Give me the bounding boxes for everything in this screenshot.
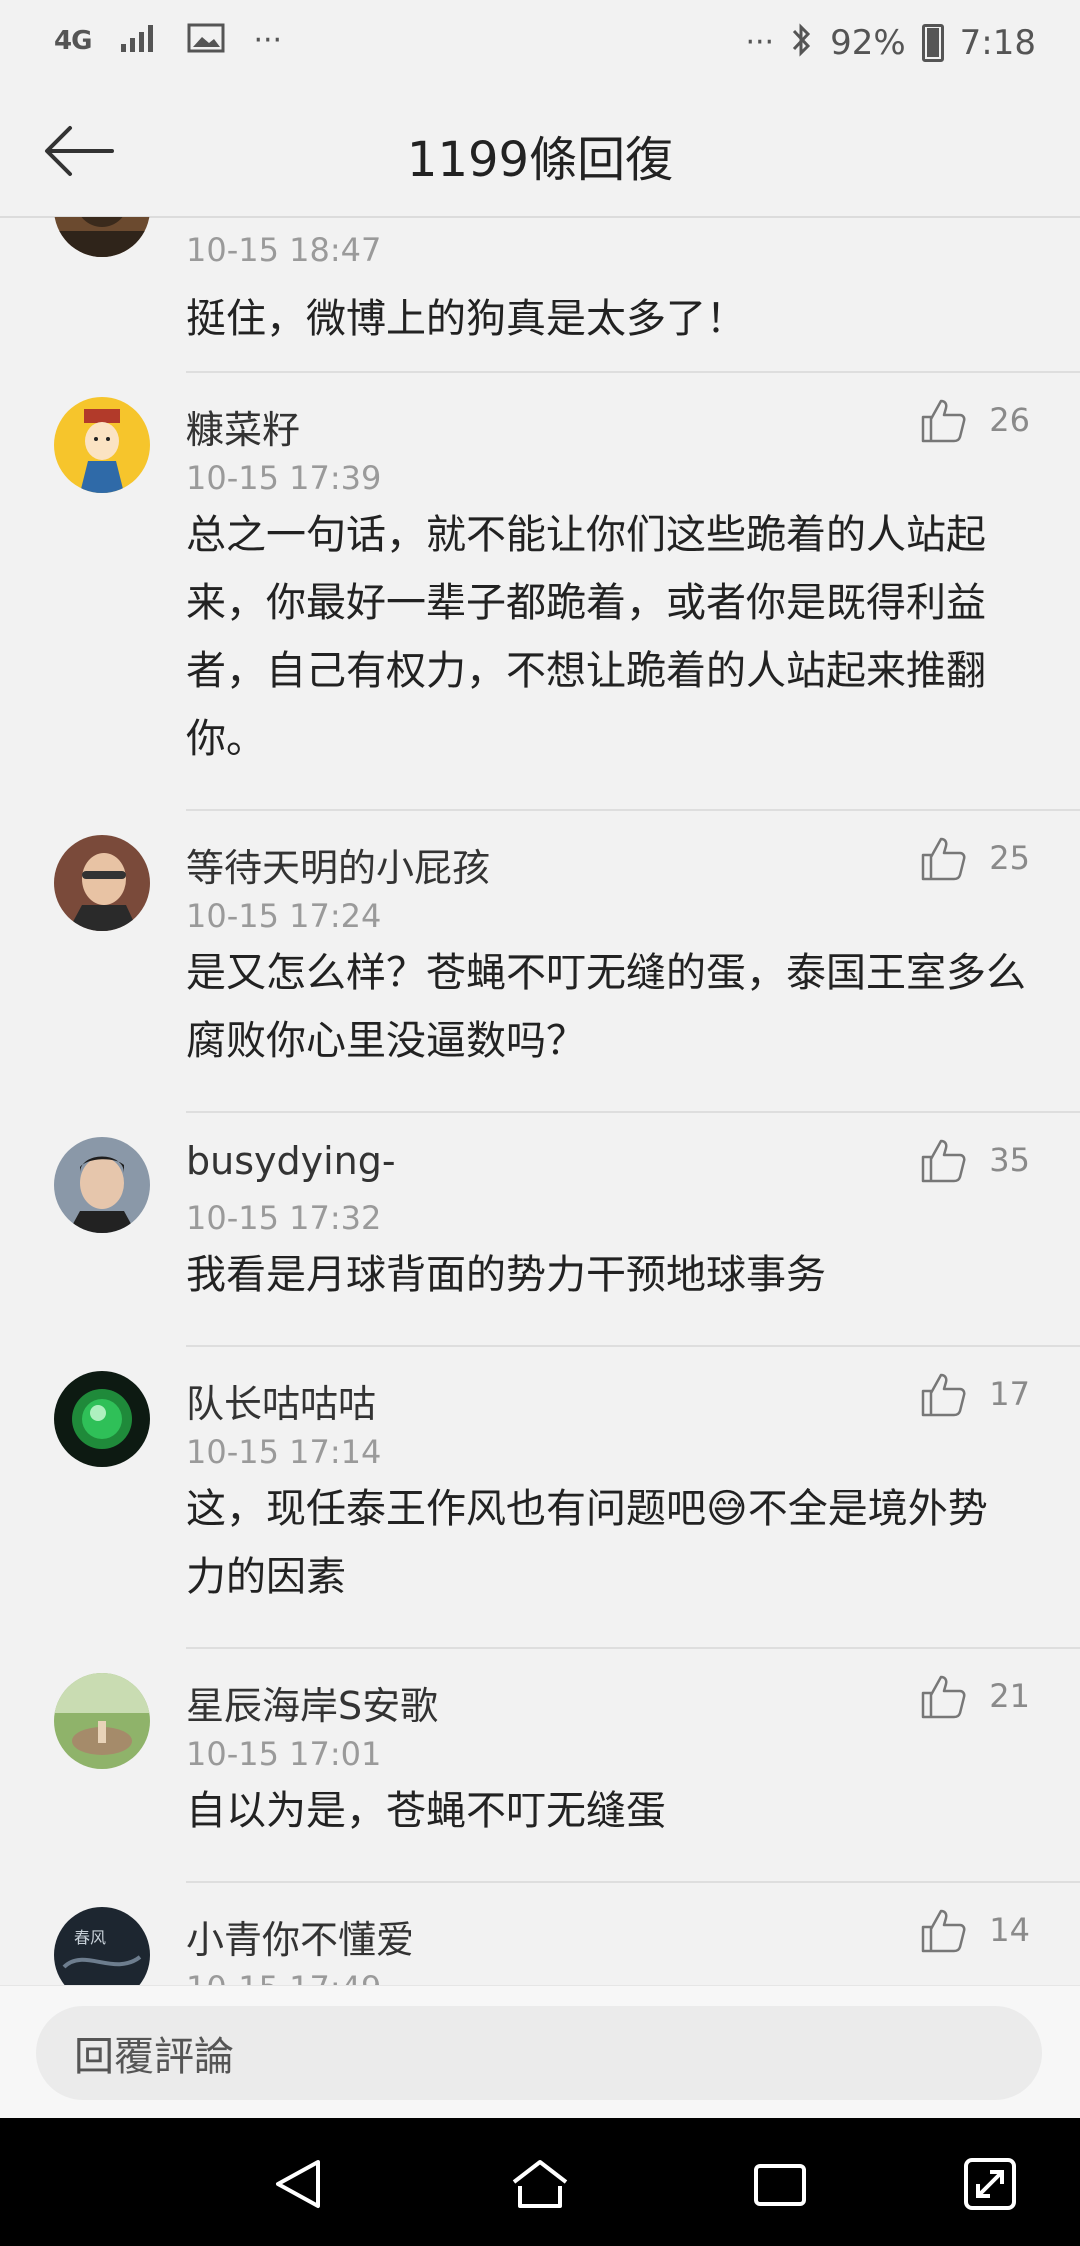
like-button[interactable]: 26 <box>919 397 1030 443</box>
image-icon <box>187 22 225 60</box>
thumbs-up-icon <box>922 1373 966 1417</box>
comment-time: 10-15 17:01 <box>186 1735 382 1773</box>
thumbs-up-icon <box>922 399 966 443</box>
avatar[interactable] <box>54 217 150 257</box>
comment-text: 是又怎么样？苍蝇不叮无缝的蛋，泰国王室多么腐败你心里没逼数吗？ <box>186 950 1026 1064</box>
more-status-icon: ··· <box>253 23 283 58</box>
thumbs-up-icon <box>922 1675 966 1719</box>
comment-username[interactable]: 星辰海岸S安歌 <box>186 1675 438 1730</box>
back-triangle-icon <box>276 2160 320 2208</box>
more-indicators-icon: ··· <box>745 25 775 60</box>
reply-input[interactable]: 回覆評論 <box>36 2006 1042 2100</box>
expand-icon <box>964 2158 1016 2210</box>
nav-back-button[interactable] <box>270 2154 330 2214</box>
like-count: 25 <box>989 839 1030 877</box>
comment-item[interactable]: busydying- 10-15 17:32 我看是月球背面的势力干预地球事务 … <box>0 1113 1080 1347</box>
like-button[interactable]: 14 <box>919 1907 1030 1953</box>
avatar[interactable] <box>54 1371 150 1467</box>
comment-list[interactable]: 10-15 18:47 挺住，微博上的狗真是太多了！ 糠菜籽 10-15 17:… <box>0 217 1080 1985</box>
comment-username[interactable]: 糠菜籽 <box>186 399 300 454</box>
avatar[interactable] <box>54 397 150 493</box>
comment-time: 10-15 17:39 <box>186 459 382 497</box>
nav-expand-button[interactable] <box>960 2154 1020 2214</box>
comment-time: 10-15 17:32 <box>186 1199 382 1237</box>
recents-icon <box>754 2164 806 2206</box>
system-nav-bar <box>0 2118 1080 2246</box>
like-count: 14 <box>989 1911 1030 1949</box>
battery-percent: 92% <box>830 23 906 63</box>
like-button[interactable]: 25 <box>919 835 1030 881</box>
comment-text: 我看是月球背面的势力干预地球事务 <box>186 1252 826 1298</box>
avatar[interactable] <box>54 1137 150 1233</box>
comment-time: 10-15 17:49 <box>186 1969 381 1985</box>
home-icon <box>512 2160 568 2208</box>
comment-time: 10-15 17:14 <box>186 1433 382 1471</box>
nav-home-button[interactable] <box>510 2154 570 2214</box>
comment-text: 自以为是，苍蝇不叮无缝蛋 <box>186 1788 666 1834</box>
comment-text: 挺住，微博上的狗真是太多了！ <box>186 296 746 342</box>
thumbs-up-icon <box>922 837 966 881</box>
like-button[interactable]: 21 <box>919 1673 1030 1719</box>
comment-item[interactable]: 队长咕咕咕 10-15 17:14 这，现任泰王作风也有问题吧😅不全是境外势力的… <box>0 1347 1080 1649</box>
comment-username[interactable]: busydying- <box>186 1139 396 1183</box>
comment-username[interactable]: 等待天明的小屁孩 <box>186 837 490 892</box>
avatar[interactable] <box>54 835 150 931</box>
like-button[interactable]: 35 <box>919 1137 1030 1183</box>
like-count: 26 <box>989 401 1030 439</box>
comment-item[interactable]: 等待天明的小屁孩 10-15 17:24 是又怎么样？苍蝇不叮无缝的蛋，泰国王室… <box>0 811 1080 1113</box>
status-right: ··· 92% 7:18 <box>745 22 1036 64</box>
comment-item[interactable]: 10-15 18:47 挺住，微博上的狗真是太多了！ <box>0 217 1080 373</box>
comment-username[interactable]: 小青你不懂爱 <box>186 1909 414 1964</box>
comment-time: 10-15 18:47 <box>186 231 382 269</box>
reply-bar: 回覆評論 <box>0 1985 1080 2119</box>
thumbs-up-icon <box>922 1139 966 1183</box>
like-count: 21 <box>989 1677 1030 1715</box>
avatar[interactable] <box>54 1673 150 1769</box>
signal-icon <box>119 22 159 60</box>
clock: 7:18 <box>959 23 1036 63</box>
battery-icon <box>921 24 944 62</box>
comment-item[interactable]: 糠菜籽 10-15 17:39 总之一句话，就不能让你们这些跪着的人站起来，你最… <box>0 373 1080 811</box>
thumbs-up-icon <box>922 1909 966 1953</box>
like-button[interactable]: 17 <box>919 1371 1030 1417</box>
4g-icon: 4G <box>54 26 92 56</box>
like-count: 17 <box>989 1375 1030 1413</box>
bluetooth-icon <box>790 22 814 64</box>
nav-recents-button[interactable] <box>750 2154 810 2214</box>
status-bar: 4G ··· ··· 92% 7:18 <box>0 0 1080 90</box>
comment-time: 10-15 17:24 <box>186 897 382 935</box>
header: 1199條回復 <box>0 90 1080 218</box>
avatar[interactable]: 春风 <box>54 1907 150 1985</box>
like-count: 35 <box>989 1141 1030 1179</box>
page-title: 1199條回復 <box>406 132 674 188</box>
comment-item[interactable]: 春风 小青你不懂爱 10-15 17:49 14 <box>0 1883 1080 1985</box>
comment-username[interactable]: 队长咕咕咕 <box>186 1373 376 1428</box>
comment-text: 总之一句话，就不能让你们这些跪着的人站起来，你最好一辈子都跪着，或者你是既得利益… <box>186 512 986 762</box>
comment-item[interactable]: 星辰海岸S安歌 10-15 17:01 自以为是，苍蝇不叮无缝蛋 21 <box>0 1649 1080 1883</box>
status-left: 4G ··· <box>54 22 282 60</box>
comment-text: 这，现任泰王作风也有问题吧😅不全是境外势力的因素 <box>186 1486 988 1600</box>
svg-text:春风: 春风 <box>74 1928 106 1947</box>
